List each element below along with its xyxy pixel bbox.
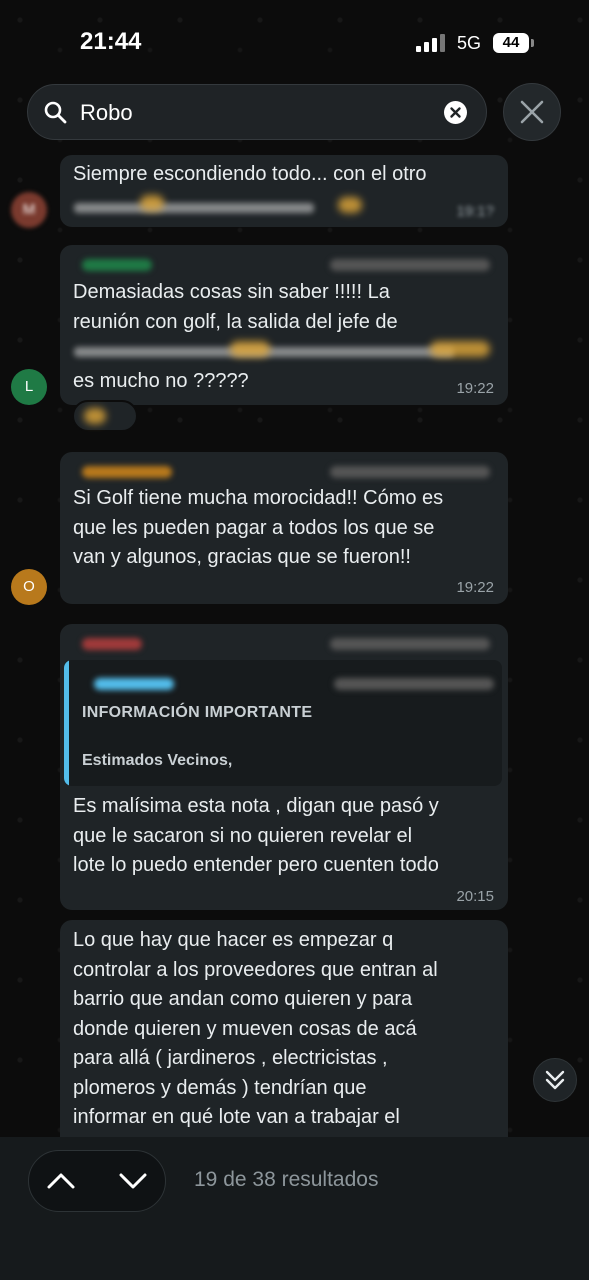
message-time: 19:22	[456, 380, 494, 397]
blurred-text	[74, 203, 314, 213]
message-text: Siempre escondiendo todo... con el otro	[73, 163, 427, 185]
avatar[interactable]: O	[11, 569, 47, 605]
sender-phone	[330, 259, 490, 271]
quote-body: Estimados Vecinos,	[82, 752, 233, 769]
status-bar: 21:44 5G 44	[0, 0, 589, 80]
quote-accent-bar	[64, 660, 69, 786]
status-time: 21:44	[80, 28, 142, 55]
message-bubble[interactable]: Si Golf tiene mucha morocidad!! Cómo es …	[60, 452, 508, 604]
signal-icon	[416, 34, 448, 52]
network-type: 5G	[457, 33, 482, 53]
sender-phone	[330, 638, 490, 650]
sender-phone	[330, 466, 490, 478]
battery-tip	[531, 39, 534, 47]
double-chevron-down-icon	[545, 1070, 565, 1090]
clear-icon	[450, 107, 461, 118]
blurred-emoji	[338, 197, 362, 213]
chevron-up-icon[interactable]	[44, 1166, 78, 1196]
blurred-emoji	[230, 341, 270, 357]
results-count: 19 de 38 resultados	[194, 1168, 379, 1191]
quote-sender	[94, 678, 174, 690]
message-time: 20:15	[456, 888, 494, 905]
blurred-emoji	[140, 195, 164, 211]
sender-name	[82, 466, 172, 478]
message-bubble[interactable]: Siempre escondiendo todo... con el otro …	[60, 155, 508, 227]
message-bubble[interactable]: Lo que hay que hacer es empezar q contro…	[60, 920, 508, 1150]
quote-title: INFORMACIÓN IMPORTANTE	[82, 704, 313, 721]
message-text: Es malísima esta nota , digan que pasó y…	[73, 795, 439, 876]
message-text: Demasiadas cosas sin saber !!!!! La reun…	[73, 281, 398, 333]
reaction-emoji	[84, 408, 106, 424]
message-time: 19:1?	[456, 203, 494, 220]
message-text: Lo que hay que hacer es empezar q contro…	[73, 929, 438, 1128]
search-icon	[44, 101, 67, 124]
message-bubble[interactable]: Demasiadas cosas sin saber !!!!! La reun…	[60, 245, 508, 405]
close-icon	[520, 100, 544, 124]
battery-icon: 44	[493, 33, 529, 53]
avatar[interactable]: M	[11, 192, 47, 228]
clear-search-button[interactable]	[444, 101, 467, 124]
scroll-to-bottom-button[interactable]	[533, 1058, 577, 1102]
sender-name	[82, 259, 152, 271]
quote-sender-phone	[334, 678, 494, 690]
sender-name	[82, 638, 142, 650]
chevron-down-icon[interactable]	[116, 1166, 150, 1196]
quoted-message[interactable]: INFORMACIÓN IMPORTANTE Estimados Vecinos…	[64, 660, 502, 786]
search-input[interactable]	[80, 97, 420, 129]
avatar[interactable]: L	[11, 369, 47, 405]
reaction-badge[interactable]	[72, 400, 138, 432]
blurred-emoji	[430, 341, 490, 357]
message-text-end: es mucho no ?????	[73, 370, 249, 392]
close-search-button[interactable]	[503, 83, 561, 141]
message-time: 19:22	[456, 579, 494, 596]
message-text: Si Golf tiene mucha morocidad!! Cómo es …	[73, 487, 444, 568]
